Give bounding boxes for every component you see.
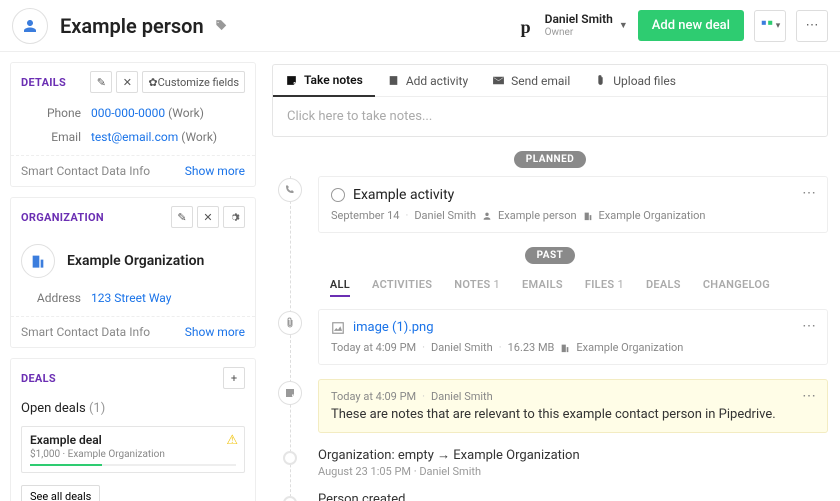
smart-contact-label: Smart Contact Data Info bbox=[21, 325, 150, 339]
card-menu-button[interactable]: ⋯ bbox=[802, 318, 817, 334]
add-new-deal-button[interactable]: Add new deal bbox=[638, 10, 744, 41]
chevron-down-icon: ▼ bbox=[619, 20, 628, 31]
activity-card[interactable]: ⋯ Example activity September 14·Daniel S… bbox=[318, 176, 828, 233]
filter-changelog[interactable]: CHANGELOG bbox=[703, 278, 770, 297]
edit-button[interactable]: ✎ bbox=[171, 206, 193, 228]
layout-icon bbox=[760, 19, 774, 33]
org-name[interactable]: Example Organization bbox=[67, 253, 204, 269]
deal-subtitle: $1,000 · Example Organization bbox=[30, 449, 236, 460]
warning-icon: ⚠ bbox=[226, 433, 238, 448]
organization-panel: ORGANIZATION ✎ ✕ Example Organization Ad… bbox=[10, 197, 256, 348]
deals-heading: DEALS bbox=[21, 372, 56, 385]
deals-panel: DEALS + Open deals (1) Example deal $1,0… bbox=[10, 358, 256, 501]
email-icon bbox=[492, 74, 505, 87]
planned-badge: PLANNED bbox=[514, 151, 586, 168]
smart-contact-label: Smart Contact Data Info bbox=[21, 164, 150, 178]
collapse-button[interactable]: ✕ bbox=[116, 71, 138, 93]
tag-icon[interactable] bbox=[214, 19, 228, 33]
details-heading: DETAILS bbox=[21, 76, 66, 89]
edit-button[interactable]: ✎ bbox=[90, 71, 112, 93]
gear-icon bbox=[229, 212, 240, 223]
sidebar: DETAILS ✎ ✕ ✿ Customize fields Phone 000… bbox=[0, 52, 256, 501]
tab-take-notes[interactable]: Take notes bbox=[273, 65, 375, 97]
view-options-button[interactable]: ▾ bbox=[754, 10, 786, 42]
filter-notes[interactable]: NOTES1 bbox=[454, 278, 500, 297]
filter-all[interactable]: ALL bbox=[330, 278, 350, 297]
unchecked-icon[interactable] bbox=[331, 188, 345, 202]
file-name[interactable]: image (1).png bbox=[353, 320, 434, 335]
filter-emails[interactable]: EMAILS bbox=[522, 278, 563, 297]
see-all-deals-button[interactable]: See all deals bbox=[21, 485, 100, 501]
address-link[interactable]: 123 Street Way bbox=[91, 291, 171, 305]
filter-files[interactable]: FILES1 bbox=[585, 278, 624, 297]
event-title: Person created bbox=[318, 492, 828, 501]
composer: Take notes Add activity Send email Uploa… bbox=[272, 64, 828, 137]
org-avatar bbox=[21, 244, 55, 278]
note-body: These are notes that are relevant to thi… bbox=[331, 407, 815, 422]
note-card[interactable]: ⋯ Today at 4:09 PM·Daniel Smith These ar… bbox=[318, 379, 828, 433]
owner-role: Owner bbox=[545, 27, 613, 38]
org-heading: ORGANIZATION bbox=[21, 211, 104, 224]
email-link[interactable]: test@email.com bbox=[91, 130, 178, 144]
phone-icon bbox=[284, 184, 296, 196]
note-marker bbox=[278, 381, 302, 405]
paperclip-icon bbox=[284, 317, 296, 329]
notes-input[interactable]: Click here to take notes... bbox=[273, 97, 827, 136]
open-deals-label: Open deals bbox=[21, 401, 86, 416]
top-bar: Example person p Daniel Smith Owner ▼ Ad… bbox=[0, 0, 840, 52]
filter-activities[interactable]: ACTIVITIES bbox=[372, 278, 432, 297]
address-label: Address bbox=[21, 291, 81, 305]
phone-marker bbox=[278, 178, 302, 202]
building-icon bbox=[583, 211, 593, 221]
user-icon bbox=[21, 17, 39, 35]
phone-label: Phone bbox=[21, 106, 81, 120]
filter-deals[interactable]: DEALS bbox=[646, 278, 681, 297]
calendar-icon bbox=[387, 74, 400, 87]
owner-name: Daniel Smith bbox=[545, 13, 613, 26]
user-icon bbox=[482, 211, 492, 221]
add-deal-button[interactable]: + bbox=[223, 367, 245, 389]
event-marker bbox=[283, 496, 297, 501]
person-avatar bbox=[12, 8, 48, 44]
attachment-marker bbox=[278, 311, 302, 335]
email-type: (Work) bbox=[181, 130, 217, 144]
activity-title: Example activity bbox=[353, 187, 454, 203]
main-content: Take notes Add activity Send email Uploa… bbox=[256, 52, 840, 501]
card-menu-button[interactable]: ⋯ bbox=[802, 185, 817, 201]
page-title: Example person bbox=[60, 14, 521, 38]
deal-card[interactable]: Example deal $1,000 · Example Organizati… bbox=[21, 426, 245, 473]
tab-send-email[interactable]: Send email bbox=[480, 65, 582, 96]
phone-type: (Work) bbox=[168, 106, 204, 120]
building-icon bbox=[30, 253, 46, 269]
show-more-link[interactable]: Show more bbox=[185, 325, 245, 339]
event-meta: August 23 1:05 PM · Daniel Smith bbox=[318, 465, 828, 478]
tab-add-activity[interactable]: Add activity bbox=[375, 65, 480, 96]
file-card[interactable]: ⋯ image (1).png Today at 4:09 PM·Daniel … bbox=[318, 309, 828, 365]
tab-upload-files[interactable]: Upload files bbox=[582, 65, 688, 96]
more-options-button[interactable]: ⋯ bbox=[796, 10, 828, 42]
image-icon bbox=[331, 321, 345, 335]
card-menu-button[interactable]: ⋯ bbox=[802, 388, 817, 404]
event-title: Organization: empty → Example Organizati… bbox=[318, 447, 828, 463]
event-marker bbox=[283, 451, 297, 465]
owner-selector[interactable]: p Daniel Smith Owner ▼ bbox=[521, 13, 628, 37]
settings-button[interactable] bbox=[223, 206, 245, 228]
note-icon bbox=[285, 74, 298, 87]
open-deals-count: (1) bbox=[89, 401, 105, 416]
show-more-link[interactable]: Show more bbox=[185, 164, 245, 178]
deal-name: Example deal bbox=[30, 433, 236, 447]
email-label: Email bbox=[21, 130, 81, 144]
pipedrive-logo-icon: p bbox=[521, 17, 539, 35]
note-icon bbox=[284, 387, 296, 399]
paperclip-icon bbox=[594, 74, 607, 87]
collapse-button[interactable]: ✕ bbox=[197, 206, 219, 228]
details-panel: DETAILS ✎ ✕ ✿ Customize fields Phone 000… bbox=[10, 62, 256, 187]
past-badge: PAST bbox=[525, 247, 576, 264]
customize-fields-button[interactable]: ✿ Customize fields bbox=[142, 71, 245, 93]
phone-link[interactable]: 000-000-0000 bbox=[91, 106, 165, 120]
building-icon bbox=[560, 343, 570, 353]
